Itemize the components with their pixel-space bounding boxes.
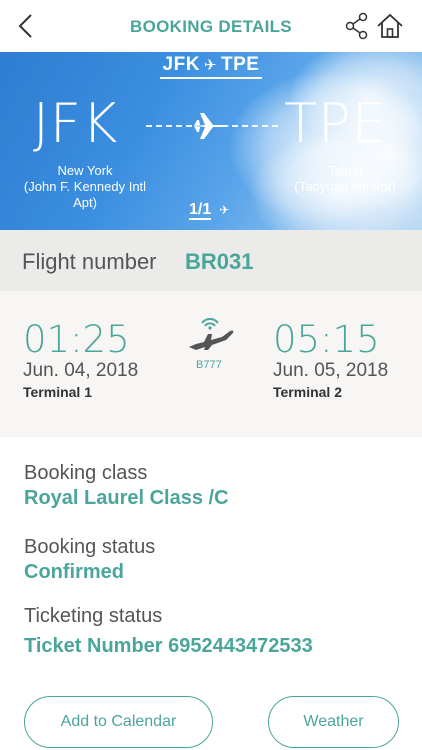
add-to-calendar-button[interactable]: Add to Calendar: [24, 696, 213, 748]
share-button[interactable]: [344, 11, 370, 41]
ticketing-status-label: Ticketing status: [24, 605, 163, 627]
booking-class-value: Royal Laurel Class /C: [24, 487, 229, 509]
route-line-right: [232, 125, 278, 127]
booking-status-label: Booking status: [24, 536, 156, 558]
origin-code: JFK: [33, 92, 119, 155]
departure-date: Jun. 04, 2018: [23, 360, 139, 381]
departure-time: 01:25: [23, 318, 130, 361]
route-banner: JFK ✈ TPE JFK TPE New York (John F. Kenned…: [0, 52, 422, 230]
arrival-terminal: Terminal 2: [273, 384, 342, 400]
booking-status-value: Confirmed: [24, 561, 124, 583]
ticket-number-value: Ticket Number 6952443472533: [24, 635, 313, 657]
share-icon: [345, 12, 368, 40]
arrival-date: Jun. 05, 2018: [273, 360, 389, 381]
airplane-small-icon: ✈: [203, 57, 218, 74]
flight-number-bar: Flight number BR031: [0, 230, 422, 291]
top-nav-bar: BOOKING DETAILS: [0, 0, 422, 52]
departure-terminal: Terminal 1: [23, 384, 92, 400]
flight-number-label: Flight number: [22, 249, 157, 274]
airplane-icon: [194, 113, 229, 139]
route-summary-to: TPE: [221, 54, 260, 75]
origin-airport-name: (John F. Kennedy Intl Apt): [23, 179, 147, 210]
destination-airport-name: (Taoyuan Intl Apt): [294, 179, 396, 194]
home-button[interactable]: [375, 11, 405, 41]
booking-info-section: Booking class Royal Laurel Class /C Book…: [0, 437, 422, 750]
origin-city-name: New York: [57, 163, 113, 178]
booking-class-label: Booking class: [24, 462, 148, 484]
schedule-section: 01:25 Jun. 04, 2018 Terminal 1 B777 05:1…: [0, 291, 422, 437]
destination-code: TPE: [284, 92, 387, 155]
leg-counter-value: 1/1: [189, 201, 212, 220]
airplane-small-icon: ✈: [219, 203, 230, 217]
arrival-time: 05:15: [273, 318, 380, 361]
weather-button[interactable]: Weather: [268, 696, 399, 748]
leg-counter[interactable]: 1/1 ✈: [189, 201, 230, 220]
origin-city: New York (John F. Kennedy Intl Apt): [20, 163, 150, 211]
route-summary: JFK ✈ TPE: [0, 54, 422, 79]
route-line-left: [146, 125, 192, 127]
destination-city: Taipei (Taoyuan Intl Apt): [290, 163, 400, 195]
home-icon: [377, 13, 403, 38]
flight-number-value: BR031: [185, 249, 254, 274]
wifi-airplane-icon: [189, 318, 234, 350]
aircraft-type: B777: [196, 359, 222, 371]
route-summary-from: JFK: [162, 54, 200, 75]
destination-city-name: Taipei: [328, 163, 362, 178]
